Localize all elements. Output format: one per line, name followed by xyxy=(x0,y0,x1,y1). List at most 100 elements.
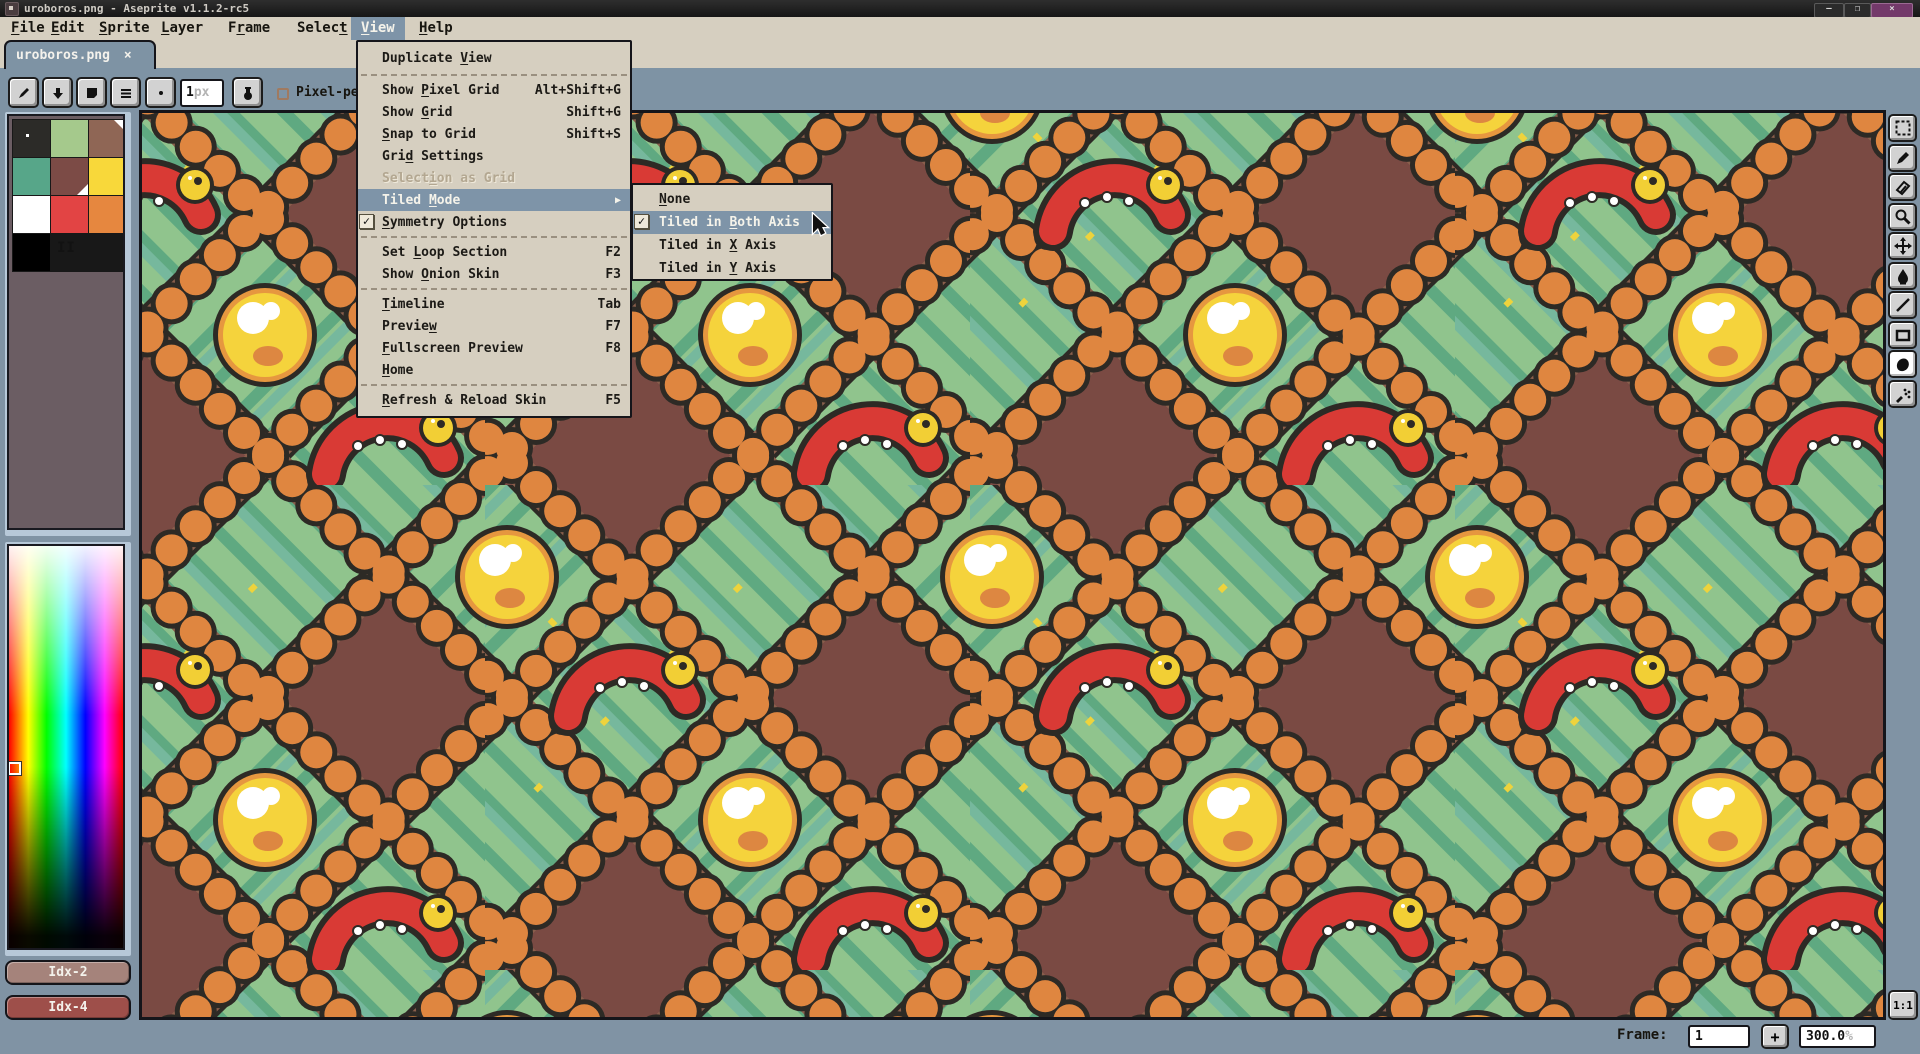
move-arrows-icon xyxy=(1894,237,1912,255)
palette-swatch[interactable] xyxy=(13,120,50,157)
menu-separator xyxy=(358,285,630,293)
menubar xyxy=(0,17,1920,40)
mouse-cursor xyxy=(810,212,836,240)
pencil-icon xyxy=(1894,149,1912,167)
maximize-button[interactable]: ❐ xyxy=(1844,3,1871,18)
tab-row xyxy=(0,40,1920,68)
minimize-button[interactable]: – xyxy=(1814,3,1844,18)
menu-item-snap-to-grid[interactable]: Snap to GridShift+S xyxy=(358,123,630,145)
menu-item-timeline[interactable]: TimelineTab xyxy=(358,293,630,315)
menu-lines-icon xyxy=(118,85,134,101)
palette-swatch[interactable] xyxy=(13,234,50,271)
menu-edit[interactable]: Edit xyxy=(44,17,92,40)
background-color-button[interactable]: Idx-4 xyxy=(5,995,131,1020)
tiled-mode-submenu: None ✓Tiled in Both Axis Tiled in X Axis… xyxy=(631,183,833,281)
palette-swatch[interactable] xyxy=(89,158,125,195)
tool-rectangle[interactable] xyxy=(1888,321,1917,349)
palette-panel: II xyxy=(5,112,131,536)
menu-view[interactable]: View xyxy=(351,17,405,40)
foreground-color-button[interactable]: Idx-2 xyxy=(5,960,131,985)
submenu-item-tiled-y-axis[interactable]: Tiled in Y Axis xyxy=(633,257,831,280)
menu-item-show-grid[interactable]: Show GridShift+G xyxy=(358,101,630,123)
tool-spray[interactable] xyxy=(1888,380,1917,408)
palette-swatch[interactable] xyxy=(51,120,88,157)
menu-item-show-onion-skin[interactable]: Show Onion SkinF3 xyxy=(358,263,630,285)
menu-item-grid-settings[interactable]: Grid Settings xyxy=(358,145,630,167)
frame-increment-button[interactable]: + xyxy=(1761,1024,1789,1049)
brush-shape-button[interactable] xyxy=(76,77,107,108)
tool-pencil[interactable] xyxy=(1888,144,1917,172)
brush-dot-icon xyxy=(153,85,169,101)
palette-swatch[interactable] xyxy=(89,196,125,233)
menu-item-tiled-mode[interactable]: Tiled Mode▶ xyxy=(358,189,630,211)
tool-blur[interactable] xyxy=(1888,262,1917,290)
frame-input[interactable]: 1 xyxy=(1688,1025,1750,1048)
checkmark-icon: ✓ xyxy=(634,214,649,229)
color-spectrum-marker[interactable] xyxy=(8,762,21,775)
filled-square-icon xyxy=(84,85,100,101)
document-tab[interactable]: uroboros.png × xyxy=(4,40,156,69)
menu-item-show-pixel-grid[interactable]: Show Pixel GridAlt+Shift+G xyxy=(358,79,630,101)
palette-pause-mark: II xyxy=(57,240,76,256)
blur-drop-icon xyxy=(1894,267,1912,285)
line-icon xyxy=(1894,296,1912,314)
tool-contour[interactable] xyxy=(1888,350,1917,378)
color-spectrum-panel[interactable] xyxy=(5,542,131,956)
frame-label: Frame: xyxy=(1617,1027,1668,1043)
actual-size-button[interactable]: 1:1 xyxy=(1888,990,1918,1020)
menu-item-symmetry-options[interactable]: ✓Symmetry Options xyxy=(358,211,630,233)
menu-item-duplicate-view[interactable]: Duplicate View xyxy=(358,45,630,71)
menu-select[interactable]: Select xyxy=(290,17,355,40)
document-tab-label: uroboros.png xyxy=(16,48,110,63)
color-spectrum-gradient[interactable] xyxy=(9,546,123,948)
menu-item-fullscreen-preview[interactable]: Fullscreen PreviewF8 xyxy=(358,337,630,359)
tool-eraser[interactable] xyxy=(1888,173,1917,201)
brush-size-dropdown-button[interactable] xyxy=(42,77,73,108)
menu-separator xyxy=(358,71,630,79)
menu-sprite[interactable]: Sprite xyxy=(92,17,157,40)
palette-swatch[interactable] xyxy=(89,120,125,157)
arrow-down-icon xyxy=(50,85,66,101)
contour-blob-icon xyxy=(1894,355,1912,373)
menu-item-selection-as-grid: Selection as Grid xyxy=(358,167,630,189)
aseprite-window: uroboros.png - Aseprite v1.1.2-rc5 – ❐ ×… xyxy=(0,0,1920,1054)
pixel-perfect-checkbox[interactable] xyxy=(277,88,289,100)
menu-frame[interactable]: Frame xyxy=(221,17,277,40)
zoom-level-box[interactable]: 300.0% xyxy=(1799,1025,1876,1048)
eraser-icon xyxy=(1894,178,1912,196)
menu-item-set-loop-section[interactable]: Set Loop SectionF2 xyxy=(358,241,630,263)
aseprite-app-icon xyxy=(5,2,19,16)
palette-swatch[interactable] xyxy=(13,196,50,233)
view-dropdown-menu: Duplicate View Show Pixel GridAlt+Shift+… xyxy=(356,40,632,418)
palette-swatch[interactable] xyxy=(51,158,88,195)
submenu-item-none[interactable]: None xyxy=(633,188,831,211)
titlebar[interactable]: uroboros.png - Aseprite v1.1.2-rc5 – ❐ × xyxy=(0,0,1920,17)
menu-item-refresh-reload-skin[interactable]: Refresh & Reload SkinF5 xyxy=(358,389,630,411)
brush-options-button[interactable] xyxy=(110,77,141,108)
tool-line[interactable] xyxy=(1888,291,1917,319)
palette-swatch[interactable] xyxy=(13,158,50,195)
submenu-arrow-icon: ▶ xyxy=(615,195,621,206)
ink-bottle-icon xyxy=(240,85,256,101)
rect-marquee-icon xyxy=(1894,119,1912,137)
tool-zoom[interactable] xyxy=(1888,203,1917,231)
menu-help[interactable]: Help xyxy=(412,17,460,40)
menu-item-home[interactable]: Home xyxy=(358,359,630,381)
tool-move[interactable] xyxy=(1888,232,1917,260)
tab-close-icon[interactable]: × xyxy=(124,48,132,63)
checkmark-icon: ✓ xyxy=(359,214,374,229)
brush-type-button[interactable] xyxy=(8,77,39,108)
brush-preview-button[interactable] xyxy=(145,77,176,108)
palette-swatch[interactable] xyxy=(51,196,88,233)
submenu-item-tiled-x-axis[interactable]: Tiled in X Axis xyxy=(633,234,831,257)
brush-size-input[interactable]: 1px xyxy=(180,79,224,107)
close-button[interactable]: × xyxy=(1871,3,1913,18)
rectangle-icon xyxy=(1894,326,1912,344)
spray-icon xyxy=(1894,385,1912,403)
menu-item-preview[interactable]: PreviewF7 xyxy=(358,315,630,337)
menu-separator xyxy=(358,233,630,241)
ink-type-button[interactable] xyxy=(232,77,263,108)
tool-rect-marquee[interactable] xyxy=(1888,114,1917,142)
submenu-item-tiled-both-axis[interactable]: ✓Tiled in Both Axis xyxy=(633,211,831,234)
menu-layer[interactable]: Layer xyxy=(154,17,210,40)
